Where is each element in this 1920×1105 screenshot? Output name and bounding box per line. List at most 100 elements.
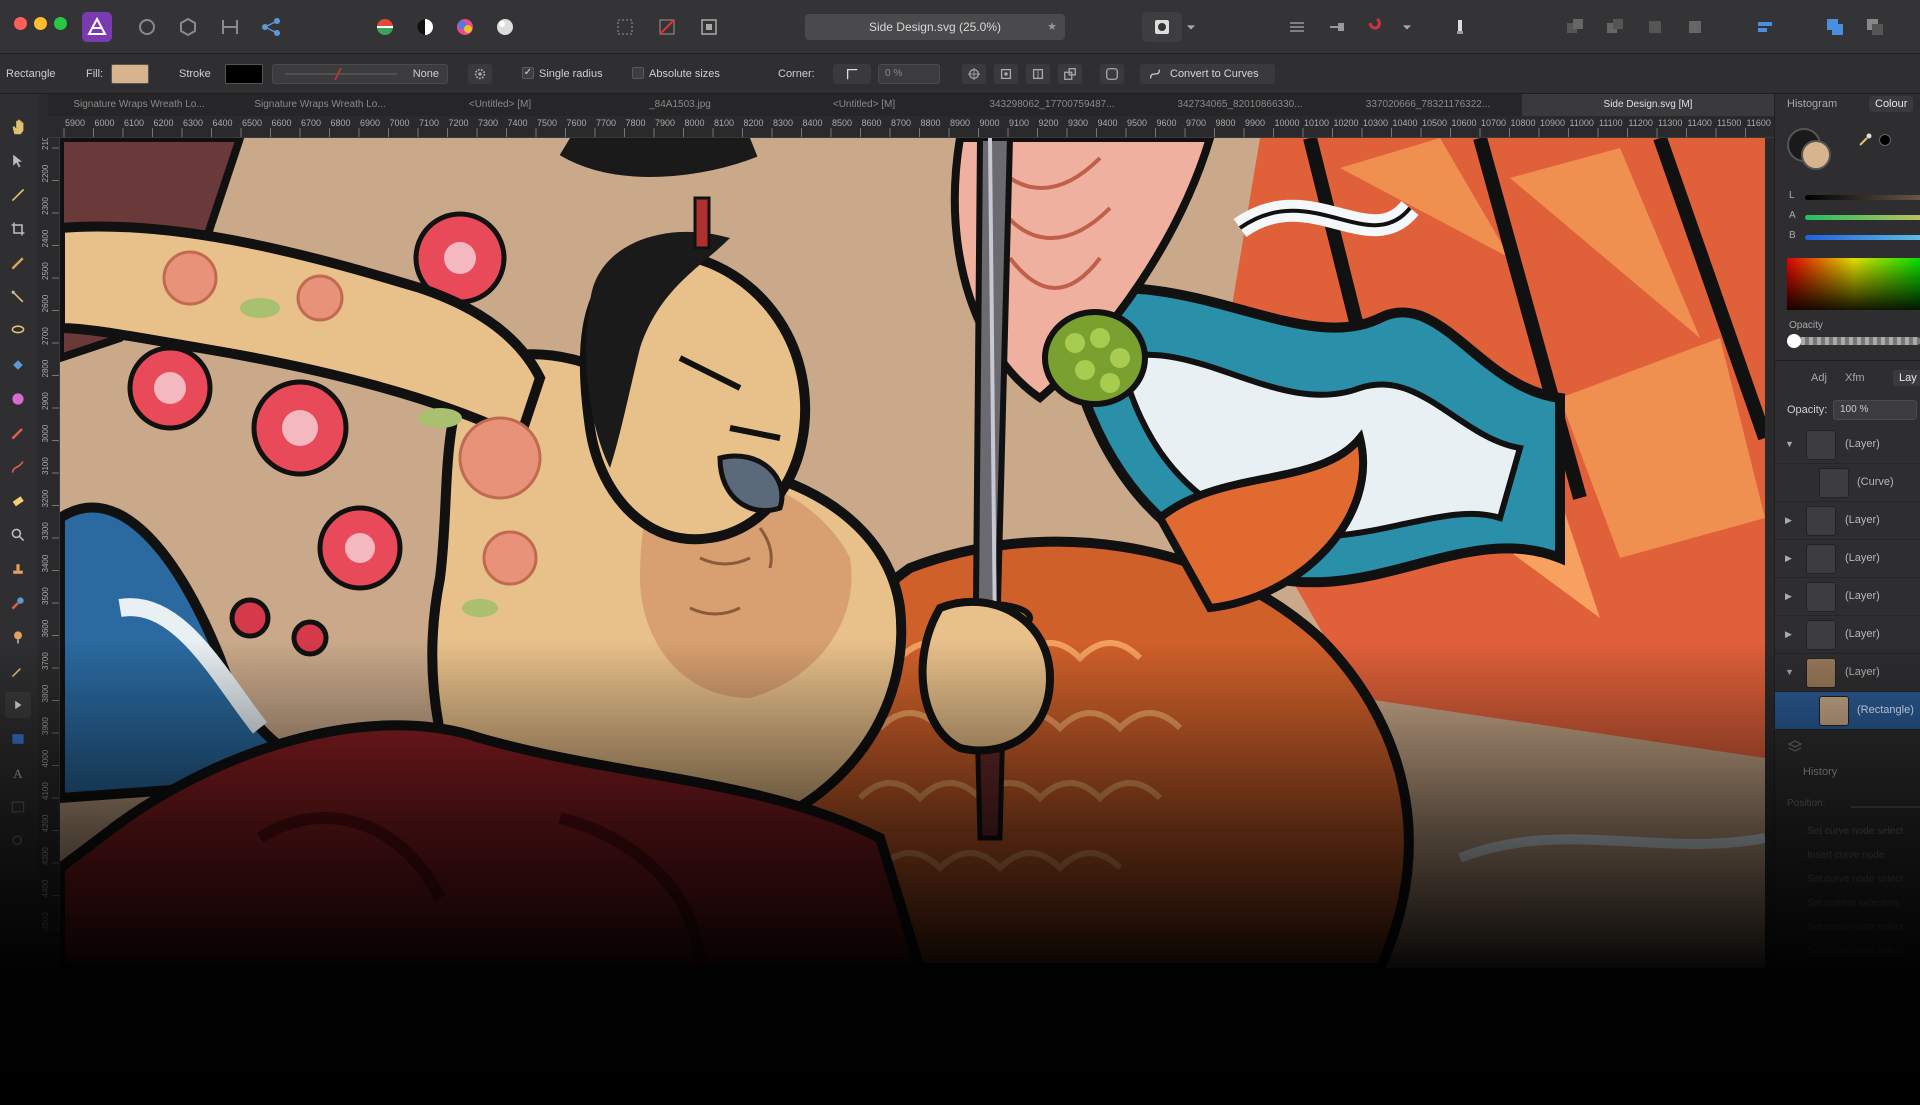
fill-tool-icon[interactable] <box>5 352 31 378</box>
star-icon[interactable]: ★ <box>1047 14 1057 40</box>
doc-tab[interactable]: 343298062_17700759487... <box>958 94 1146 116</box>
doc-tab[interactable]: 337020666_78321176322... <box>1334 94 1522 116</box>
layer-row-selected[interactable]: (Rectangle) <box>1775 692 1920 730</box>
smudge-tool-icon[interactable] <box>5 624 31 650</box>
paint-tool-icon[interactable] <box>5 590 31 616</box>
color-wheel-icon[interactable] <box>370 12 400 42</box>
snap-bounds-icon[interactable] <box>994 64 1018 84</box>
snap-mid-icon[interactable] <box>1026 64 1050 84</box>
absolute-sizes-checkbox[interactable] <box>632 67 644 79</box>
color-picker-wheel-icon[interactable] <box>450 12 480 42</box>
doc-tab[interactable]: 342734065_82010866330... <box>1146 94 1334 116</box>
history-item[interactable]: Set current selection <box>1807 898 1898 909</box>
minimize-window-button[interactable] <box>34 17 47 30</box>
history-item[interactable]: Set curve node select <box>1807 946 1903 957</box>
document-title[interactable]: Side Design.svg (25.0%) ★ <box>805 14 1065 40</box>
stroke-style-field[interactable]: None <box>272 64 448 84</box>
b-slider[interactable] <box>1805 235 1920 240</box>
horizontal-ruler[interactable]: 5900 6000 6100 6200 6300 6400 6500 6600 6700 6800… <box>48 116 1774 138</box>
boolean-subtract-icon[interactable] <box>1860 12 1890 42</box>
snap-dropdown-icon[interactable] <box>1398 12 1416 42</box>
layer-row[interactable]: (Curve) <box>1775 464 1920 502</box>
hand-tool-icon[interactable] <box>5 114 31 140</box>
expand-arrow-icon[interactable]: ▶ <box>1785 629 1792 640</box>
stroke-swatch[interactable] <box>225 64 263 84</box>
transform-icon[interactable] <box>694 12 724 42</box>
layer-opacity-field[interactable]: 100 % <box>1833 400 1917 420</box>
arrange-back-icon[interactable] <box>1560 12 1590 42</box>
align-icon[interactable] <box>215 12 245 42</box>
pencil-tool-icon[interactable] <box>5 420 31 446</box>
layer-row[interactable]: ▶ (Layer) <box>1775 540 1920 578</box>
colour-tab[interactable]: Colour <box>1869 96 1914 112</box>
mode-dropdown[interactable] <box>1142 12 1182 42</box>
expand-arrow-icon[interactable]: ▶ <box>1785 553 1792 564</box>
expand-arrow-icon[interactable]: ▶ <box>1785 515 1792 526</box>
history-item[interactable]: Set curve node select <box>1807 922 1903 933</box>
history-item[interactable]: Insert curve node <box>1807 850 1884 861</box>
view-tool-icon[interactable] <box>5 828 31 854</box>
doc-tab[interactable]: Signature Wraps Wreath Lo... <box>230 94 410 116</box>
snap-target-icon[interactable] <box>962 64 986 84</box>
play-tool-icon[interactable] <box>5 692 31 718</box>
lasso-tool-icon[interactable] <box>5 318 31 344</box>
contrast-icon[interactable] <box>410 12 440 42</box>
layer-row[interactable]: ▼ (Layer) <box>1775 654 1920 692</box>
convert-to-curves-button[interactable]: Convert to Curves <box>1140 64 1275 84</box>
arrange-front-icon[interactable] <box>1680 12 1710 42</box>
expand-arrow-icon[interactable]: ▶ <box>1785 591 1792 602</box>
transform-tab[interactable]: Xfm <box>1845 372 1865 384</box>
move-tool-icon[interactable] <box>5 148 31 174</box>
boolean-add-icon[interactable] <box>1820 12 1850 42</box>
arrange-backward-icon[interactable] <box>1600 12 1630 42</box>
history-item[interactable]: Set curve node select <box>1807 874 1903 885</box>
collapse-arrow-icon[interactable]: ▼ <box>1785 439 1794 449</box>
zoom-window-button[interactable] <box>54 17 67 30</box>
zoom-tool-icon[interactable] <box>5 522 31 548</box>
arrange-forward-icon[interactable] <box>1640 12 1670 42</box>
table-tool-icon[interactable] <box>5 794 31 820</box>
doc-tab[interactable]: <Untitled> [M] <box>410 94 590 116</box>
layer-row[interactable]: ▼ (Layer) <box>1775 426 1920 464</box>
opacity-handle[interactable] <box>1787 334 1801 348</box>
color-spectrum[interactable] <box>1787 258 1920 310</box>
pen-tool-icon[interactable] <box>5 182 31 208</box>
magnet-icon[interactable] <box>1362 12 1392 42</box>
layer-row[interactable]: ▶ (Layer) <box>1775 578 1920 616</box>
single-radius-checkbox[interactable]: ✓ <box>522 67 534 79</box>
black-dot-icon[interactable] <box>1879 134 1891 146</box>
node-tool-icon[interactable] <box>5 284 31 310</box>
vertical-ruler[interactable]: 2100 2200 2300 2400 2500 2600 2700 2800 2900 3000… <box>38 138 60 958</box>
crop-tool-icon[interactable] <box>5 216 31 242</box>
align-left-icon[interactable] <box>1750 12 1780 42</box>
corner-value-field[interactable]: 0 % <box>878 64 940 84</box>
doc-tab[interactable]: _84A1503.jpg <box>590 94 770 116</box>
doc-tab[interactable]: <Untitled> [M] <box>770 94 958 116</box>
marquee-select-icon[interactable] <box>610 12 640 42</box>
eyedropper-icon[interactable] <box>1857 132 1873 148</box>
pixel-persona-icon[interactable] <box>132 12 162 42</box>
corner-type-icon[interactable] <box>833 64 871 84</box>
text-tool-icon[interactable]: A <box>5 760 31 786</box>
a-slider[interactable] <box>1805 215 1920 220</box>
history-item[interactable]: Set curve node select <box>1807 826 1903 837</box>
stamp-tool-icon[interactable] <box>5 556 31 582</box>
adjustment-tab[interactable]: Adj <box>1811 372 1827 384</box>
vector-brush-icon[interactable] <box>5 454 31 480</box>
layer-row[interactable]: ▶ (Layer) <box>1775 502 1920 540</box>
brush-tool-icon[interactable] <box>5 250 31 276</box>
gear-icon[interactable] <box>468 64 492 84</box>
rectangle-tool-icon[interactable] <box>5 726 31 752</box>
l-slider[interactable] <box>1805 195 1920 200</box>
layer-row[interactable]: ▶ (Layer) <box>1775 616 1920 654</box>
designer-persona-icon[interactable] <box>82 12 112 42</box>
snapping-grid-icon[interactable] <box>1282 12 1312 42</box>
picker-tool-icon[interactable] <box>5 658 31 684</box>
transform-origin-icon[interactable] <box>1100 64 1124 84</box>
snap-line-icon[interactable] <box>1322 12 1352 42</box>
layers-stack-icon[interactable] <box>1787 738 1803 757</box>
doc-tab-active[interactable]: Side Design.svg [M] <box>1522 94 1774 116</box>
secondary-color-swatch[interactable] <box>1801 140 1831 170</box>
dropdown-arrow-icon[interactable] <box>1182 12 1200 42</box>
close-window-button[interactable] <box>14 17 27 30</box>
